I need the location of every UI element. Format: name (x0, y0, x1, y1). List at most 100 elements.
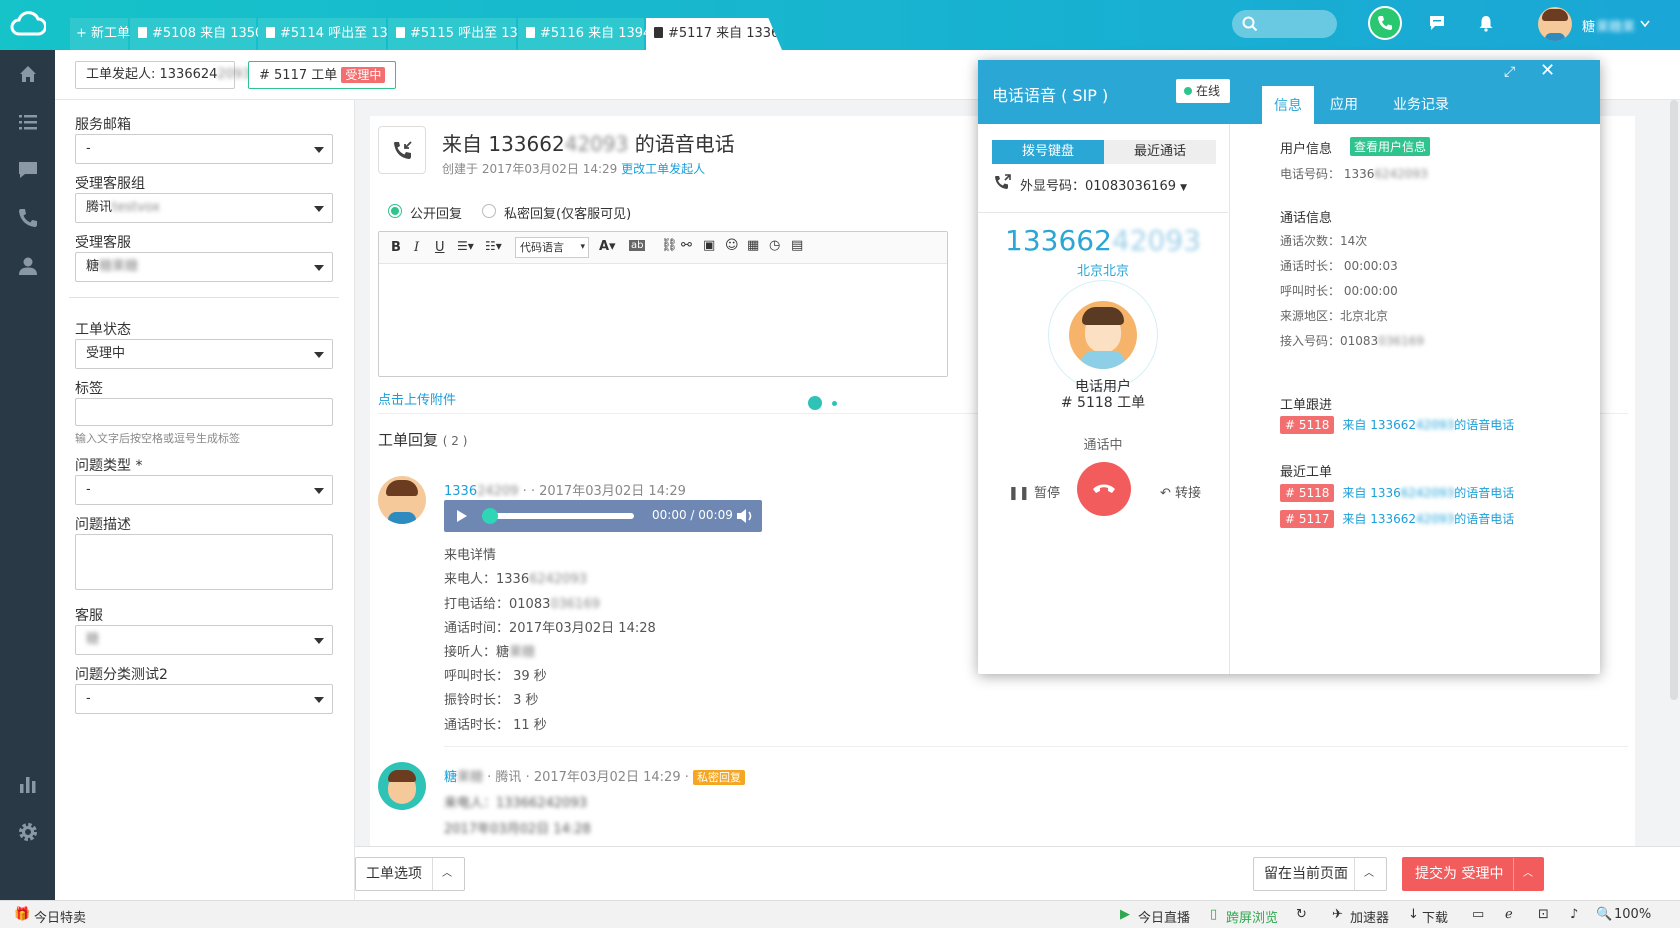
code-language-select[interactable]: 代码语言 ▾ (515, 237, 589, 258)
italic-icon[interactable]: I (414, 240, 419, 255)
window-icon[interactable]: ▭ (1472, 907, 1484, 922)
tab-new-ticket[interactable]: + 新工单 (70, 18, 130, 50)
public-reply-radio[interactable] (388, 204, 402, 218)
sidebar (0, 50, 55, 900)
transfer-button[interactable]: ↶ 转接 (1160, 482, 1201, 501)
tab-ticket-5115[interactable]: #5115 呼出至 135 (388, 18, 526, 50)
tags-input[interactable] (75, 398, 333, 426)
field-label: 问题描述 (75, 517, 131, 533)
bullet-list-icon[interactable]: ☷▾ (485, 239, 502, 253)
agent-group-select[interactable]: 腾讯testvox (75, 193, 333, 223)
today-sale-link[interactable]: 今日特卖 (34, 907, 86, 926)
link-icon[interactable]: ⛓ (661, 238, 678, 253)
calendar-icon[interactable]: ▦ (747, 238, 759, 253)
list-icon[interactable] (16, 110, 40, 134)
agent-select[interactable]: 糖糖果糖 (75, 252, 333, 282)
chevron-down-icon[interactable] (1640, 20, 1650, 28)
device-icon: ▯ (1210, 907, 1218, 922)
user-icon[interactable] (16, 254, 40, 278)
caller-id-select[interactable]: 外显号码：01083036169 ▼ (1020, 175, 1187, 194)
font-color-icon[interactable]: A▾ (599, 239, 616, 254)
live-link[interactable]: 今日直播 (1138, 907, 1190, 926)
underline-icon[interactable]: U (435, 240, 445, 255)
reply-editor[interactable]: B I U ☰▾ ☷▾ 代码语言 ▾ A▾ ab ⛓ ⚯ ▣ ☺ ▦ ◷ ▤ (378, 231, 948, 377)
view-user-button[interactable]: 查看用户信息 (1350, 137, 1431, 156)
clock-icon[interactable]: ◷ (769, 238, 780, 253)
close-icon[interactable]: ✕ (1540, 60, 1555, 81)
phone-icon[interactable] (16, 206, 40, 230)
change-initiator-link[interactable]: 更改工单发起人 (621, 162, 705, 176)
tab-ticket-5114[interactable]: #5114 呼出至 135 (258, 18, 396, 50)
fullscreen-icon[interactable]: ⊡ (1538, 907, 1549, 922)
cross-screen-link[interactable]: 跨屏浏览 (1226, 907, 1278, 926)
ticket-initiator-pill[interactable]: 工单发起人: 13366242093 (75, 61, 251, 89)
hangup-button[interactable] (1077, 462, 1131, 516)
call-detail-line: 打电话给：01083036169 (444, 597, 600, 612)
phone-button[interactable] (1368, 6, 1402, 40)
home-icon[interactable] (16, 62, 40, 86)
highlight-icon[interactable]: ab (629, 240, 646, 251)
private-reply-radio[interactable] (482, 204, 496, 218)
agent-custom-select[interactable]: 糖 (75, 625, 333, 655)
followup-item[interactable]: # 5118 来自 13366242093的语音电话 (1280, 416, 1514, 434)
tab-info[interactable]: 信息 (1262, 86, 1314, 124)
issue-description-textarea[interactable] (75, 534, 333, 590)
zoom-level[interactable]: 100% (1614, 907, 1651, 922)
private-reply-badge: 私密回复 (693, 770, 746, 785)
call-detail-line: 通话时间：2017年03月02日 14:28 (444, 621, 656, 636)
recent-ticket-item[interactable]: # 5117 来自 13366242093的语音电话 (1280, 510, 1514, 528)
bold-icon[interactable]: B (391, 240, 401, 255)
gift-icon[interactable]: 🎁 (14, 907, 30, 922)
audio-progress-handle[interactable] (482, 508, 498, 524)
emoji-icon[interactable]: ☺ (725, 238, 739, 253)
clipboard-icon[interactable]: ▤ (791, 238, 803, 253)
ordered-list-icon[interactable]: ☰▾ (457, 239, 474, 253)
expand-icon[interactable]: ⤢ (1504, 64, 1515, 80)
ticket-status-select[interactable]: 受理中 (75, 339, 333, 369)
online-status[interactable]: 在线 (1176, 79, 1230, 103)
audio-progress-track[interactable] (484, 513, 634, 519)
field-label: 工单状态 (75, 322, 131, 338)
tab-ticket-5117[interactable]: #5117 来自 1336 (646, 18, 782, 50)
caret-down-icon (314, 488, 324, 494)
search-input[interactable] (1232, 10, 1337, 38)
stay-on-page-button[interactable]: 留在当前页面 ︿ (1253, 857, 1387, 891)
tab-ticket-5116[interactable]: #5116 来自 1394 (518, 18, 651, 50)
hangup-icon (1093, 484, 1115, 493)
unlink-icon[interactable]: ⚯ (681, 238, 692, 253)
pause-button[interactable]: ❚❚ 暂停 (1008, 482, 1060, 501)
private-reply-label: 私密回复(仅客服可见) (504, 207, 632, 222)
issue-type-select[interactable]: - (75, 475, 333, 505)
tab-recent-calls[interactable]: 最近通话 (1104, 140, 1216, 164)
bar-chart-icon[interactable] (16, 772, 40, 796)
download-link[interactable]: 下载 (1422, 907, 1448, 926)
chat-icon[interactable] (1428, 14, 1446, 32)
ticket-options-button[interactable]: 工单选项 ︿ (355, 857, 465, 891)
chat-icon[interactable] (16, 158, 40, 182)
refresh-icon[interactable]: ↻ (1296, 907, 1307, 922)
issue-category-select[interactable]: - (75, 684, 333, 714)
tab-apps[interactable]: 应用 (1330, 94, 1358, 114)
bell-icon[interactable] (1477, 14, 1495, 32)
tab-business-records[interactable]: 业务记录 (1393, 94, 1449, 114)
play-icon[interactable] (456, 509, 468, 523)
user-name[interactable]: 糖 (1582, 16, 1595, 35)
phone-icon (1378, 16, 1392, 30)
cloud-logo-icon[interactable] (10, 10, 46, 38)
speaker-icon[interactable]: ♪ (1570, 907, 1578, 922)
image-icon[interactable]: ▣ (703, 238, 715, 253)
gear-icon[interactable] (16, 820, 40, 844)
ie-icon[interactable]: ℯ (1505, 907, 1513, 922)
tab-ticket-5108[interactable]: #5108 来自 1350 (130, 18, 263, 50)
recent-ticket-item[interactable]: # 5118 来自 13366242093的语音电话 (1280, 484, 1514, 502)
service-email-select[interactable]: - (75, 134, 333, 164)
submit-button[interactable]: 提交为 受理中 ︿ (1402, 857, 1544, 891)
ticket-id-pill[interactable]: # 5117 工单 受理中 (248, 61, 397, 89)
page-scrollbar[interactable] (1670, 100, 1678, 700)
volume-icon[interactable] (736, 508, 754, 524)
accelerator-link[interactable]: 加速器 (1350, 907, 1389, 926)
ring-duration: 呼叫时长： 00:00:00 (1280, 284, 1398, 298)
upload-attachment-link[interactable]: 点击上传附件 (378, 389, 456, 408)
tab-keypad[interactable]: 拨号键盘 (992, 140, 1104, 164)
user-avatar[interactable] (1538, 7, 1572, 41)
